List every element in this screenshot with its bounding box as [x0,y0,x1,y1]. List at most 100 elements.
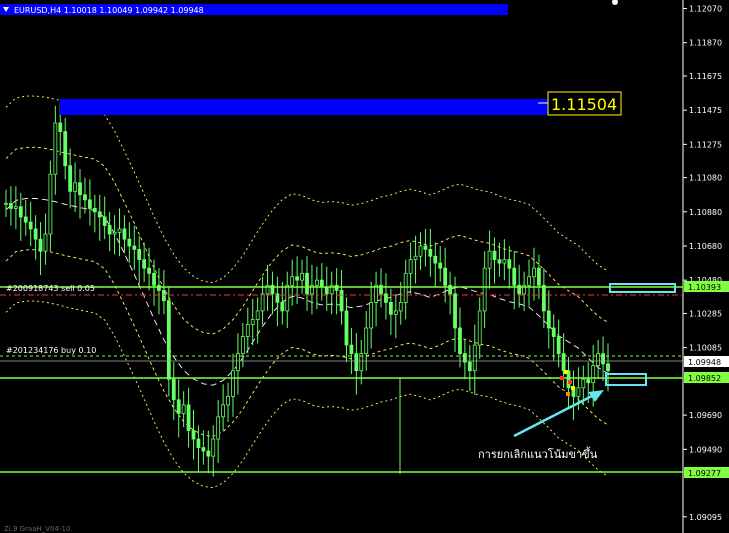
candle-body [295,276,300,281]
candle-body [63,131,68,167]
candle-body [497,259,502,264]
candle-body [606,363,610,372]
candle-body [13,206,18,209]
support-target-box [605,373,647,386]
candle-body [438,262,443,269]
candle-body [334,284,339,291]
candle-body [423,245,428,250]
candle-body [112,231,117,235]
candle-body [152,272,156,286]
candle-body [38,238,43,252]
footer-label: Zi.9 GraaH_V04-10 [4,525,70,533]
candle-body [102,216,107,226]
candle-body [551,327,556,337]
candle-body [245,324,250,337]
candle-body [18,206,23,218]
buy-order-label: #201234176 buy 0.10 [6,346,96,355]
candle-body [527,276,531,286]
candle-body [433,255,438,264]
candle-body [596,353,601,366]
candle-body [73,182,77,192]
candle-body [147,267,151,274]
candle-body [477,310,482,346]
upper-outer-band [5,95,609,284]
candle-body [87,199,92,209]
candle-body [157,284,161,291]
candle-body [191,430,196,440]
candle-body [453,293,457,329]
candle-body [226,395,230,406]
candle-body [83,194,87,201]
candle-body [324,286,329,295]
candle-body [591,365,596,384]
price-axis-tick-label: 1.10085 [689,344,722,353]
candle-body [53,122,58,175]
candle-body [443,267,448,286]
candle-body [201,447,206,452]
price-axis-tick-label: 1.11080 [689,174,722,183]
candle-body [127,238,132,247]
candle-body [107,225,112,235]
symbol-header: EURUSD,H4 1.10018 1.10049 1.09942 1.0994… [14,6,204,15]
candle-body [482,267,487,312]
candle-body [428,249,433,257]
signal-marker [560,376,564,380]
candle-body [472,344,477,372]
big-price-label: 1.11504 [551,95,617,114]
price-axis-tick-label: 1.09690 [689,411,722,420]
candle-body [413,255,418,261]
candle-body [319,279,324,288]
candlestick-series [4,102,610,477]
candle-body [388,301,393,315]
price-axis-tick-label: 1.10680 [689,242,722,251]
candle-body [43,233,48,252]
candle-body [532,267,536,278]
support-low-price-label: 1.09277 [688,469,721,478]
resistance-price-label: 1.10393 [688,283,721,292]
candle-body [492,250,497,261]
sell-order-label: #200918743 sell 0.05 [6,284,95,293]
candle-body [408,259,413,274]
candle-body [122,228,127,240]
price-axis-tick-label: 1.11675 [689,72,722,81]
candle-body [393,310,398,315]
signal-marker [568,380,572,384]
candle-body [339,290,344,312]
candle-body [240,336,245,355]
candle-body [23,216,28,223]
signal-marker [566,392,570,396]
trading-chart[interactable]: EURUSD,H4 1.10018 1.10049 1.09942 1.0994… [0,0,729,533]
candle-body [581,378,586,389]
annotation-arrow-shaft [513,394,593,438]
candle-body [171,378,176,401]
price-axis-tick-label: 1.09095 [689,513,722,522]
price-axis-tick-label: 1.11475 [689,106,722,115]
candle-body [300,272,304,281]
current-price-label: 1.09948 [688,358,721,367]
candle-body [132,245,137,250]
candle-body [418,245,423,257]
price-axis-tick-label: 1.10880 [689,208,722,217]
candle-body [221,404,226,418]
candle-body [181,404,186,414]
candle-body [546,310,551,329]
candle-body [4,202,8,205]
candle-body [48,173,53,235]
candle-body [364,327,369,355]
candle-body [601,353,605,365]
candle-body [537,267,541,286]
candle-body [285,284,290,312]
signal-marker [571,386,575,390]
candle-body [556,336,561,355]
candle-body [487,250,492,269]
candle-body [58,122,63,132]
candle-body [28,221,33,230]
candle-body [196,438,201,448]
candle-body [117,228,122,233]
candle-body [586,378,591,384]
candle-body [512,267,517,286]
candle-body [458,327,462,355]
candle-body [374,284,378,303]
candle-body [467,361,472,372]
candle-body [398,301,403,312]
